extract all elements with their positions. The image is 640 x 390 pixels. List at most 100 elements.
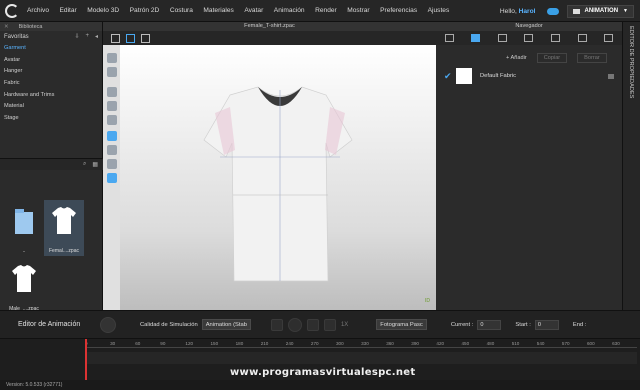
copy-button[interactable]: Copiar (536, 53, 568, 63)
library-browser-toolbar: ⌕ ▦ (0, 158, 103, 170)
favorites-label[interactable]: Favoritas (4, 34, 29, 40)
object-browser: + Añadir Copiar Borrar ✔ Default Fabric (436, 45, 622, 310)
tool-icon[interactable] (107, 53, 117, 63)
close-icon[interactable]: ✕ (4, 24, 9, 30)
timeline-ruler[interactable]: 0306090120150180210240270300330360390420… (85, 340, 637, 348)
end-label: End : (572, 321, 587, 328)
menu-item-costura[interactable]: Costura (170, 7, 193, 14)
menu-item-materiales[interactable]: Materiales (203, 7, 233, 14)
library-item-material[interactable]: Material (4, 100, 102, 112)
start-input[interactable]: 0 (534, 319, 559, 330)
tool-icon[interactable] (107, 87, 117, 97)
chevron-down-icon: ▼ (623, 8, 628, 14)
record-icon[interactable] (100, 316, 116, 333)
library-thumb-folder[interactable]: .. (4, 200, 44, 256)
ruler-tick-label: 150 (210, 341, 219, 346)
ruler-tick-label: 270 (310, 341, 319, 346)
menu-item-ajustes[interactable]: Ajustes (428, 7, 450, 14)
library-item-stage[interactable]: Stage (4, 112, 102, 124)
texture-tab-icon[interactable] (604, 34, 614, 42)
ruler-tick-label: 390 (411, 341, 419, 346)
tshirt-icon (52, 207, 76, 234)
navigator-title: Navegador (436, 22, 622, 31)
cloud-icon[interactable] (547, 7, 560, 15)
tool-icon[interactable] (107, 101, 117, 111)
select-move-icon[interactable] (126, 33, 135, 43)
tool-icon[interactable] (107, 131, 117, 141)
sim-quality-label: Calidad de Simulación (140, 321, 198, 328)
material-tab-icon[interactable] (497, 34, 507, 42)
menu-item-avatar[interactable]: Avatar (244, 7, 263, 14)
tool-icon[interactable] (107, 67, 117, 77)
tool-icon[interactable] (107, 173, 117, 183)
list-tab-icon[interactable] (444, 34, 454, 42)
menu-item-patrón-2d[interactable]: Patrón 2D (130, 7, 160, 14)
checkmark-icon: ✔ (444, 70, 452, 81)
ruler-tick-label: 450 (461, 341, 470, 346)
menu-item-editar[interactable]: Editar (60, 7, 77, 14)
fabric-tab-icon[interactable] (471, 34, 481, 42)
zipper-tab-icon[interactable] (577, 34, 587, 42)
fabric-swatch (456, 68, 472, 84)
delete-button[interactable]: Borrar (577, 53, 607, 63)
add-button[interactable]: + Añadir (506, 55, 527, 61)
skip-forward-icon[interactable] (306, 318, 319, 331)
timeline-track[interactable] (85, 352, 637, 364)
tool-icon[interactable] (107, 159, 117, 169)
library-item-garment[interactable]: Garment (4, 42, 102, 54)
ruler-tick-label: 60 (135, 341, 141, 346)
ruler-tick-label: 240 (285, 341, 294, 346)
tshirt-3d-model[interactable] (120, 45, 436, 310)
shader-icon[interactable] (111, 33, 120, 43)
ruler-tick-label: 540 (536, 341, 545, 346)
library-thumb-female[interactable]: Femal....zpac (44, 200, 84, 256)
version-status: Version: 5.0.533 (r32771) (0, 380, 640, 390)
property-editor-tab[interactable]: EDITOR DE PROPIEDADES (622, 22, 640, 312)
speed-value[interactable]: 1X (341, 322, 348, 328)
grid-view-icon[interactable]: ▦ (92, 161, 98, 168)
user-name[interactable]: Harol (519, 8, 536, 15)
button-tab-icon[interactable] (551, 34, 561, 42)
tool-icon[interactable] (107, 145, 117, 155)
frame-mode-select[interactable]: Fotograma Pasc (376, 319, 427, 330)
3d-viewport[interactable]: ID (120, 45, 436, 310)
menu-item-render[interactable]: Render (315, 7, 337, 14)
menu-item-animación[interactable]: Animación (274, 7, 305, 14)
viewport-corner-label: ID (425, 298, 430, 304)
menu-item-modelo-3d[interactable]: Modelo 3D (87, 7, 119, 14)
viewport-toolbar (103, 31, 436, 45)
sim-quality-select[interactable]: Animation (Stab (201, 319, 251, 330)
library-item-hanger[interactable]: Hanger (4, 65, 102, 77)
loop-icon[interactable] (323, 318, 336, 331)
playhead[interactable] (85, 339, 87, 381)
ruler-tick-label: 420 (436, 341, 445, 346)
menu-item-mostrar[interactable]: Mostrar (347, 7, 369, 14)
tool-icon[interactable] (107, 115, 117, 125)
line-tab-icon[interactable] (524, 34, 534, 42)
skip-back-icon[interactable] (270, 318, 283, 331)
watermark: www.programasvirtualespc.net (230, 367, 416, 378)
fabric-list-item[interactable]: ✔ Default Fabric (444, 67, 614, 85)
fabric-options-icon[interactable] (608, 73, 614, 79)
ruler-tick-label: 360 (386, 341, 394, 346)
mode-switch-button[interactable]: ANIMATION ▼ (567, 4, 634, 18)
ruler-tick-label: 30 (110, 341, 116, 346)
ruler-tick-label: 480 (486, 341, 495, 346)
transform-icon[interactable] (141, 33, 150, 43)
back-icon[interactable]: ◂ (95, 33, 98, 40)
download-icon[interactable]: ⇩ (74, 33, 79, 40)
add-icon[interactable]: + (85, 33, 89, 40)
library-item-hardware-and-trims[interactable]: Hardware and Trims (4, 89, 102, 101)
viewport-tool-column (103, 45, 120, 310)
folder-icon (15, 209, 33, 234)
library-item-avatar[interactable]: Avatar (4, 54, 102, 66)
library-thumb-male[interactable]: Male_....zpac (4, 258, 44, 314)
search-icon[interactable]: ⌕ (83, 161, 86, 168)
menu-item-preferencias[interactable]: Preferencias (380, 7, 417, 14)
camera-icon (573, 8, 581, 14)
play-icon[interactable] (287, 317, 302, 332)
current-input[interactable]: 0 (477, 319, 502, 330)
viewport-title: Female_T-shirt.zpac (103, 22, 436, 31)
library-item-fabric[interactable]: Fabric (4, 77, 102, 89)
menu-item-archivo[interactable]: Archivo (27, 7, 49, 14)
